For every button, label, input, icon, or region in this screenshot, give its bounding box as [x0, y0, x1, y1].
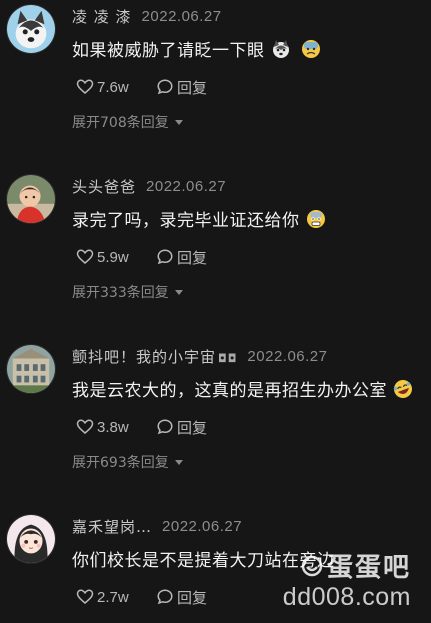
username-badge: ◘◘	[218, 351, 238, 365]
reply-label: 回复	[177, 418, 208, 437]
reply-bubble-icon	[157, 589, 173, 605]
like-button[interactable]: 5.9w	[76, 248, 156, 266]
anime-girl-avatar-icon	[7, 515, 55, 563]
comment-text: 录完了吗，录完毕业证还给你	[72, 211, 300, 231]
caret-down-icon	[174, 459, 183, 465]
expand-replies-button[interactable]: 展开693条回复	[72, 452, 183, 472]
comment-text: 如果被威胁了请眨一下眼	[72, 41, 265, 61]
like-count: 7.6w	[97, 78, 129, 96]
reply-bubble-icon	[157, 419, 173, 435]
cold-sweat-emoji	[301, 39, 320, 58]
like-button[interactable]: 2.7w	[76, 588, 156, 606]
comment-item: 颤抖吧！我的小宇宙 ◘◘ 2022.06.27 我是云农大的，这真的是再招生办办公…	[0, 340, 431, 510]
reply-label: 回复	[177, 248, 208, 267]
comment-text: 我是云农大的，这真的是再招生办办公室	[72, 381, 387, 401]
avatar[interactable]	[6, 514, 56, 564]
watermark-logo: 蛋蛋吧	[301, 547, 411, 584]
comment-text-row: 我是云农大的，这真的是再招生办办公室	[72, 376, 413, 401]
watermark-url: dd008.com	[282, 583, 411, 611]
reply-bubble-icon	[157, 79, 173, 95]
timestamp: 2022.06.27	[141, 7, 222, 25]
watermark-logo-text: 蛋蛋吧	[326, 553, 411, 583]
heart-outline-icon	[76, 589, 94, 604]
username[interactable]: 凌 凌 漆	[72, 6, 132, 27]
reply-button[interactable]: 回复	[156, 587, 207, 608]
timestamp: 2022.06.27	[146, 177, 227, 195]
child-photo-avatar-icon	[7, 175, 55, 223]
timestamp: 2022.06.27	[162, 517, 243, 535]
expand-replies-label: 展开693条回复	[72, 455, 169, 471]
username-text: 颤抖吧！我的小宇宙	[72, 347, 217, 366]
like-button[interactable]: 7.6w	[76, 78, 156, 96]
like-count: 3.8w	[97, 418, 129, 436]
husky-avatar-icon	[7, 5, 55, 53]
username[interactable]: 头头爸爸	[72, 176, 136, 197]
heart-outline-icon	[76, 249, 94, 264]
like-count: 2.7w	[97, 588, 129, 606]
timestamp: 2022.06.27	[247, 347, 328, 365]
expand-replies-label: 展开333条回复	[72, 285, 169, 301]
expand-replies-button[interactable]: 展开333条回复	[72, 282, 183, 302]
avatar[interactable]	[6, 174, 56, 224]
smiley-logo-icon	[301, 555, 323, 576]
reply-label: 回复	[177, 588, 208, 607]
username[interactable]: 颤抖吧！我的小宇宙 ◘◘	[72, 346, 237, 367]
reply-label: 回复	[177, 78, 208, 97]
comment-item: 凌 凌 漆 2022.06.27 如果被威胁了请眨一下眼 7.6w 回复 展开7…	[0, 0, 431, 170]
reply-button[interactable]: 回复	[156, 417, 207, 438]
heart-outline-icon	[76, 419, 94, 434]
comment-text-row: 如果被威胁了请眨一下眼	[72, 36, 321, 61]
comment-item: 头头爸爸 2022.06.27 录完了吗，录完毕业证还给你 5.9w 回复 展开…	[0, 170, 431, 340]
expand-replies-label: 展开708条回复	[72, 115, 169, 131]
reply-button[interactable]: 回复	[156, 77, 207, 98]
like-button[interactable]: 3.8w	[76, 418, 156, 436]
like-count: 5.9w	[97, 248, 129, 266]
username[interactable]: 嘉禾望岗…	[72, 516, 152, 537]
expand-replies-button[interactable]: 展开708条回复	[72, 112, 183, 132]
caret-down-icon	[174, 119, 183, 125]
reply-bubble-icon	[157, 249, 173, 265]
heart-outline-icon	[76, 79, 94, 94]
husky-face-icon	[272, 39, 289, 58]
watermark: 蛋蛋吧 dd008.com	[233, 547, 413, 617]
avatar[interactable]	[6, 4, 56, 54]
caret-down-icon	[174, 289, 183, 295]
comment-text-row: 录完了吗，录完毕业证还给你	[72, 206, 326, 231]
rofl-emoji	[393, 379, 412, 398]
fearful-emoji	[306, 209, 325, 228]
building-photo-avatar-icon	[7, 345, 55, 393]
avatar[interactable]	[6, 344, 56, 394]
reply-button[interactable]: 回复	[156, 247, 207, 268]
